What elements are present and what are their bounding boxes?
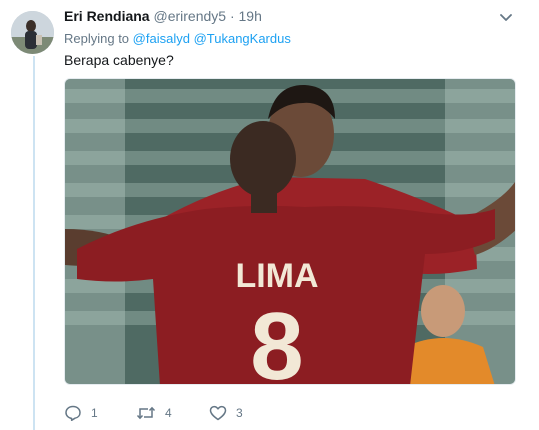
mention-link[interactable]: @faisalyd [133, 31, 190, 46]
football-photo: LIMA 8 [65, 79, 515, 385]
thread-line [33, 56, 35, 430]
reply-icon [64, 404, 82, 422]
retweet-button[interactable]: 4 [136, 404, 172, 422]
like-icon [209, 404, 227, 422]
tweet-text: Berapa cabenye? [64, 52, 174, 68]
user-handle[interactable]: @erirendy5 [153, 8, 226, 24]
retweet-count: 4 [165, 406, 172, 420]
separator-dot: · [229, 8, 235, 24]
tweet-actions: 1 4 3 [64, 404, 484, 426]
tweet-media-image[interactable]: LIMA 8 [64, 78, 516, 385]
jersey-number: 8 [250, 293, 303, 385]
tweet-header: Eri Rendiana @erirendy5 · 19h [64, 8, 262, 24]
like-button[interactable]: 3 [209, 404, 243, 422]
caret-down-icon[interactable] [497, 8, 515, 26]
mention-link[interactable]: @TukangKardus [194, 31, 291, 46]
replying-to: Replying to @faisalyd @TukangKardus [64, 31, 291, 46]
display-name[interactable]: Eri Rendiana [64, 8, 150, 24]
retweet-icon [136, 404, 156, 422]
jersey-name: LIMA [235, 257, 318, 295]
avatar-image [11, 11, 54, 54]
reply-count: 1 [91, 406, 98, 420]
timestamp[interactable]: 19h [239, 8, 262, 24]
avatar[interactable] [11, 11, 54, 54]
like-count: 3 [236, 406, 243, 420]
replying-prefix: Replying to [64, 31, 130, 46]
reply-button[interactable]: 1 [64, 404, 98, 422]
